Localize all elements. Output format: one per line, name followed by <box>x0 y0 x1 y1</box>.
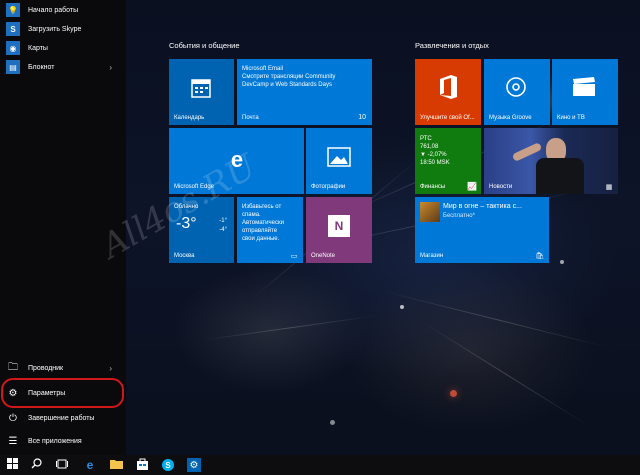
tile-mail[interactable]: Microsoft Email Смотрите трансляции Comm… <box>237 59 372 125</box>
app-label: Начало работы <box>28 6 79 14</box>
search-button[interactable] <box>24 455 48 475</box>
edge-taskbar-button[interactable]: e <box>78 455 102 475</box>
app-item-get-started[interactable]: 💡 Начало работы <box>0 0 126 20</box>
explorer-label: Проводник <box>28 364 64 372</box>
weather-hilo: -1° -4° <box>219 217 227 235</box>
app-item-maps[interactable]: ◉ Карты <box>0 38 126 58</box>
chart-icon: 📈 <box>467 182 477 191</box>
tile-label: Улучшите свой Of... <box>420 115 475 121</box>
lightbulb-icon: 💡 <box>6 3 20 17</box>
store-taskbar-button[interactable] <box>130 455 154 475</box>
onenote-icon: N <box>328 215 350 237</box>
taskbar: e S ⚙ <box>0 455 640 475</box>
mail-preview-line: DevCamp и Web Standards Days <box>242 82 332 88</box>
skype-icon: S <box>162 459 174 471</box>
mail-sender: Microsoft Email <box>242 66 284 72</box>
store-app-title: Мир в огне – тактика с... <box>443 203 522 210</box>
store-icon <box>136 458 148 473</box>
office-icon <box>435 74 461 100</box>
tile-movies[interactable]: Кино и ТВ <box>552 59 618 125</box>
notification-line: Избавьтесь от <box>242 204 282 210</box>
game-thumbnail <box>420 202 440 222</box>
app-label: Карты <box>28 44 48 52</box>
tile-label: Фотографии <box>311 184 346 190</box>
power-item[interactable]: ⏻ Завершение работы <box>0 407 126 429</box>
tile-photos[interactable]: Фотографии <box>306 128 372 194</box>
store-app-price: Бесплатно* <box>443 213 475 219</box>
notification-line: свои данные. <box>242 236 280 242</box>
highlight-circle <box>1 378 124 408</box>
app-label: Блокнот <box>28 63 55 71</box>
mail-unread-count: 10 <box>358 114 366 121</box>
gear-icon: ⚙ <box>187 458 201 472</box>
mail-preview: Microsoft Email Смотрите трансляции Comm… <box>242 65 335 89</box>
notification-text: Избавьтесь от спама. Автоматически отпра… <box>242 203 284 243</box>
group-title-events: События и общение <box>169 41 240 50</box>
tile-news[interactable]: Новости ▦ <box>484 128 618 194</box>
weather-high: -1° <box>219 218 227 224</box>
skype-icon: S <box>6 22 20 36</box>
tile-store[interactable]: Мир в огне – тактика с... Бесплатно* Маг… <box>415 197 549 263</box>
weather-low: -4° <box>219 227 227 233</box>
power-icon: ⏻ <box>9 412 17 424</box>
news-icon: ▦ <box>605 183 613 191</box>
chevron-right-icon[interactable]: › <box>109 63 112 72</box>
finance-quote: РТС 761,08 ▼ -2,07% 18:50 MSK <box>420 135 450 167</box>
tile-label: Новости <box>489 184 513 190</box>
finance-change: ▼ -2,07% <box>420 152 447 158</box>
windows-logo-icon <box>6 458 18 472</box>
app-item-notepad[interactable]: ▤ Блокнот › <box>0 57 126 77</box>
all-apps-label: Все приложения <box>28 437 82 445</box>
tile-finance[interactable]: РТС 761,08 ▼ -2,07% 18:50 MSK Финансы 📈 <box>415 128 481 194</box>
app-item-skype[interactable]: S Загрузить Skype <box>0 19 126 39</box>
tile-notification[interactable]: Избавьтесь от спама. Автоматически отпра… <box>237 197 303 263</box>
skype-taskbar-button[interactable]: S <box>156 455 180 475</box>
edge-icon: e <box>86 458 94 472</box>
music-disc-icon <box>504 75 528 99</box>
finance-value: 761,08 <box>420 144 439 150</box>
photo-icon <box>326 145 352 169</box>
tile-groove[interactable]: Музыка Groove <box>484 59 550 125</box>
notification-line: Автоматически <box>242 220 284 226</box>
group-title-entertainment: Развлечения и отдых <box>415 41 489 50</box>
power-label: Завершение работы <box>28 414 95 422</box>
search-icon <box>31 458 42 472</box>
settings-taskbar-button[interactable]: ⚙ <box>182 455 206 475</box>
task-view-button[interactable] <box>50 455 74 475</box>
calendar-icon <box>187 75 215 101</box>
chevron-right-icon[interactable]: › <box>109 364 112 373</box>
app-label: Загрузить Skype <box>28 25 82 33</box>
notification-line: спама. <box>242 212 261 218</box>
explorer-item[interactable]: 🗀 Проводник › <box>0 357 126 379</box>
finance-index: РТС <box>420 136 432 142</box>
store-bag-icon: 🛍 <box>535 252 545 260</box>
finance-time: 18:50 MSK <box>420 160 450 166</box>
badge-icon: ▭ <box>290 253 298 260</box>
tile-calendar[interactable]: Календарь <box>169 59 234 125</box>
tile-label: Магазин <box>420 253 444 259</box>
tile-label: Кино и ТВ <box>557 115 585 121</box>
folder-icon <box>109 459 123 472</box>
tile-label: Финансы <box>420 184 446 190</box>
start-button[interactable] <box>0 455 24 475</box>
mail-preview-line: Смотрите трансляции Community <box>242 74 336 80</box>
tile-onenote[interactable]: N OneNote <box>306 197 372 263</box>
notepad-icon: ▤ <box>6 60 20 74</box>
map-icon: ◉ <box>6 41 20 55</box>
explorer-taskbar-button[interactable] <box>104 455 128 475</box>
task-view-icon <box>56 459 68 472</box>
apps-list-icon: ☰ <box>8 435 18 447</box>
tile-label: Почта <box>242 115 259 121</box>
clapperboard-icon <box>572 77 596 97</box>
tile-office[interactable]: Улучшите свой Of... <box>415 59 481 125</box>
all-apps-item[interactable]: ☰ Все приложения <box>0 430 126 452</box>
notification-line: отправляйте <box>242 228 278 234</box>
tile-label: Москва <box>174 253 195 259</box>
folder-icon: 🗀 <box>8 361 18 373</box>
tile-label: OneNote <box>311 253 336 259</box>
tile-label: Музыка Groove <box>489 115 532 121</box>
tile-label: Календарь <box>174 115 205 121</box>
